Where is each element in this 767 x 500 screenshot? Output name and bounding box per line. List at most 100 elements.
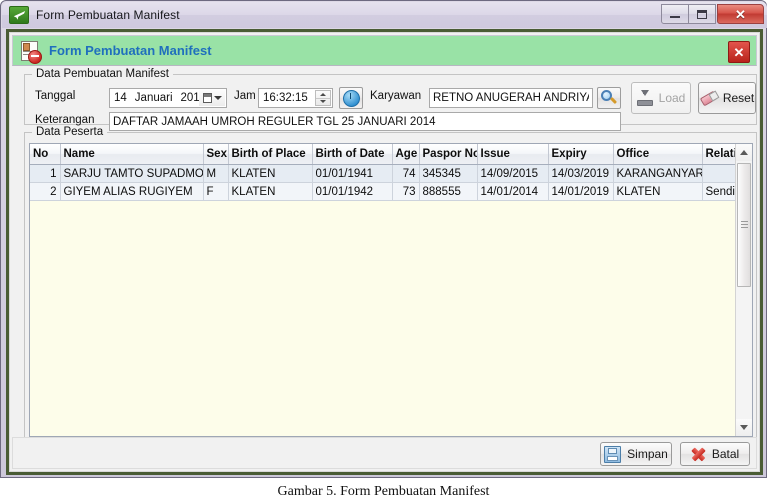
triangle-down-icon	[320, 100, 326, 104]
jam-label: Jam	[234, 90, 256, 102]
batal-button[interactable]: Batal	[680, 442, 750, 466]
cell-office[interactable]: KARANGANYAR	[613, 164, 703, 183]
triangle-up-icon	[320, 92, 326, 96]
column-header-no[interactable]: No	[30, 144, 61, 165]
batal-button-label: Batal	[711, 447, 740, 461]
cell-issue[interactable]: 14/01/2014	[477, 182, 549, 201]
reset-button-label: Reset	[722, 91, 755, 105]
peserta-table-head: No Name Sex Birth of Place Birth of Date…	[30, 144, 752, 165]
form-header: Form Pembuatan Manifest ✕	[12, 35, 757, 66]
table-row[interactable]: 2 GIYEM ALIAS RUGIYEM F KLATEN 01/01/1942 73 8…	[30, 182, 752, 201]
keterangan-input[interactable]	[109, 112, 621, 131]
column-header-office[interactable]: Office	[613, 144, 703, 165]
airplane-icon	[9, 6, 29, 24]
karyawan-label: Karyawan	[370, 90, 422, 102]
karyawan-input[interactable]	[429, 88, 593, 108]
cell-name[interactable]: GIYEM ALIAS RUGIYEM	[60, 182, 204, 201]
window-controls: ✕	[661, 4, 764, 24]
cell-paspor-no[interactable]: 888555	[419, 182, 478, 201]
restore-button[interactable]	[688, 4, 716, 24]
column-header-issue[interactable]: Issue	[477, 144, 549, 165]
cell-name[interactable]: SARJU TAMTO SUPADMO	[60, 164, 204, 183]
column-header-sex[interactable]: Sex	[203, 144, 229, 165]
cell-birth-of-date[interactable]: 01/01/1942	[312, 182, 393, 201]
tanggal-label: Tanggal	[35, 90, 76, 102]
application-window: Form Pembuatan Manifest ✕ Form Pembuatan…	[0, 0, 767, 478]
chevron-down-icon	[213, 96, 222, 100]
search-icon	[601, 90, 618, 106]
simpan-button-label: Simpan	[627, 447, 668, 461]
grid-vertical-scrollbar[interactable]	[735, 144, 752, 436]
column-header-age[interactable]: Age	[392, 144, 420, 165]
window-titlebar: Form Pembuatan Manifest ✕	[2, 2, 767, 28]
form-close-button[interactable]: ✕	[728, 41, 750, 63]
load-button[interactable]: Load	[631, 82, 691, 114]
cell-birth-of-date[interactable]: 01/01/1941	[312, 164, 393, 183]
window-title: Form Pembuatan Manifest	[36, 8, 180, 22]
cell-expiry[interactable]: 14/01/2019	[548, 182, 614, 201]
calendar-icon	[202, 93, 212, 103]
cell-age[interactable]: 73	[392, 182, 420, 201]
window-frame: Form Pembuatan Manifest ✕ Form Pembuatan…	[0, 0, 767, 478]
cell-birth-of-place[interactable]: KLATEN	[228, 182, 313, 201]
minimize-icon	[670, 16, 680, 18]
keterangan-label: Keterangan	[35, 114, 95, 126]
scroll-up-button[interactable]	[736, 144, 752, 161]
triangle-up-icon	[740, 150, 748, 155]
window-client-area: Form Pembuatan Manifest ✕ Data Pembuatan…	[6, 29, 763, 475]
karyawan-search-button[interactable]	[597, 87, 621, 109]
form-close-icon: ✕	[733, 44, 745, 60]
cell-sex[interactable]: M	[203, 164, 229, 183]
column-header-paspor-no[interactable]: Paspor No	[419, 144, 478, 165]
eraser-icon	[699, 90, 720, 107]
cell-age[interactable]: 74	[392, 164, 420, 183]
scrollbar-thumb[interactable]	[737, 163, 751, 287]
grip-icon	[741, 221, 748, 228]
cell-paspor-no[interactable]: 345345	[419, 164, 478, 183]
figure-caption: Gambar 5. Form Pembuatan Manifest	[277, 484, 490, 499]
cell-expiry[interactable]: 14/03/2019	[548, 164, 614, 183]
form-title: Form Pembuatan Manifest	[49, 43, 212, 58]
data-peserta-group: Data Peserta No Name Sex Birth of Place …	[24, 126, 757, 441]
simpan-button[interactable]: Simpan	[600, 442, 672, 466]
peserta-table: No Name Sex Birth of Place Birth of Date…	[30, 144, 752, 201]
triangle-down-icon	[740, 425, 748, 430]
cell-no[interactable]: 1	[30, 164, 61, 183]
column-header-birth-of-date[interactable]: Birth of Date	[312, 144, 393, 165]
data-pembuatan-manifest-group: Data Pembuatan Manifest Tanggal 14 Janua…	[24, 68, 757, 131]
minimize-button[interactable]	[661, 4, 689, 24]
jam-spinner[interactable]	[315, 90, 331, 106]
table-header-row: No Name Sex Birth of Place Birth of Date…	[30, 144, 752, 165]
group-legend-peserta: Data Peserta	[32, 126, 108, 138]
jam-spinner-down[interactable]	[316, 97, 330, 106]
clock-icon	[342, 89, 360, 107]
jam-time-input[interactable]: 16:32:15	[258, 88, 333, 108]
peserta-data-grid[interactable]: No Name Sex Birth of Place Birth of Date…	[29, 143, 753, 437]
save-floppy-icon	[604, 445, 622, 463]
scroll-down-button[interactable]	[736, 419, 752, 436]
form-footer-bar: Simpan Batal	[12, 437, 757, 469]
column-header-expiry[interactable]: Expiry	[548, 144, 614, 165]
cancel-x-icon	[691, 447, 706, 462]
reset-button[interactable]: Reset	[698, 82, 756, 114]
id-card-document-icon	[19, 40, 42, 64]
tanggal-day: 14	[114, 92, 127, 104]
restore-icon	[697, 9, 707, 19]
table-row[interactable]: 1 SARJU TAMTO SUPADMO M KLATEN 01/01/1941 74 3…	[30, 164, 752, 183]
cell-sex[interactable]: F	[203, 182, 229, 201]
peserta-table-body: 1 SARJU TAMTO SUPADMO M KLATEN 01/01/1941 74 3…	[30, 164, 752, 201]
tanggal-month: Januari	[134, 92, 173, 104]
cell-no[interactable]: 2	[30, 182, 61, 201]
form-surface: Form Pembuatan Manifest ✕ Data Pembuatan…	[9, 32, 760, 472]
close-button[interactable]: ✕	[717, 4, 764, 24]
cell-issue[interactable]: 14/09/2015	[477, 164, 549, 183]
group-legend-manifest: Data Pembuatan Manifest	[32, 68, 173, 80]
cell-office[interactable]: KLATEN	[613, 182, 703, 201]
tanggal-datepicker[interactable]: 14 Januari 2015	[109, 88, 227, 108]
cell-birth-of-place[interactable]: KLATEN	[228, 164, 313, 183]
column-header-name[interactable]: Name	[60, 144, 204, 165]
close-icon: ✕	[735, 6, 746, 22]
column-header-birth-of-place[interactable]: Birth of Place	[228, 144, 313, 165]
calendar-dropdown-button[interactable]	[199, 90, 225, 106]
refresh-time-button[interactable]	[339, 87, 363, 109]
